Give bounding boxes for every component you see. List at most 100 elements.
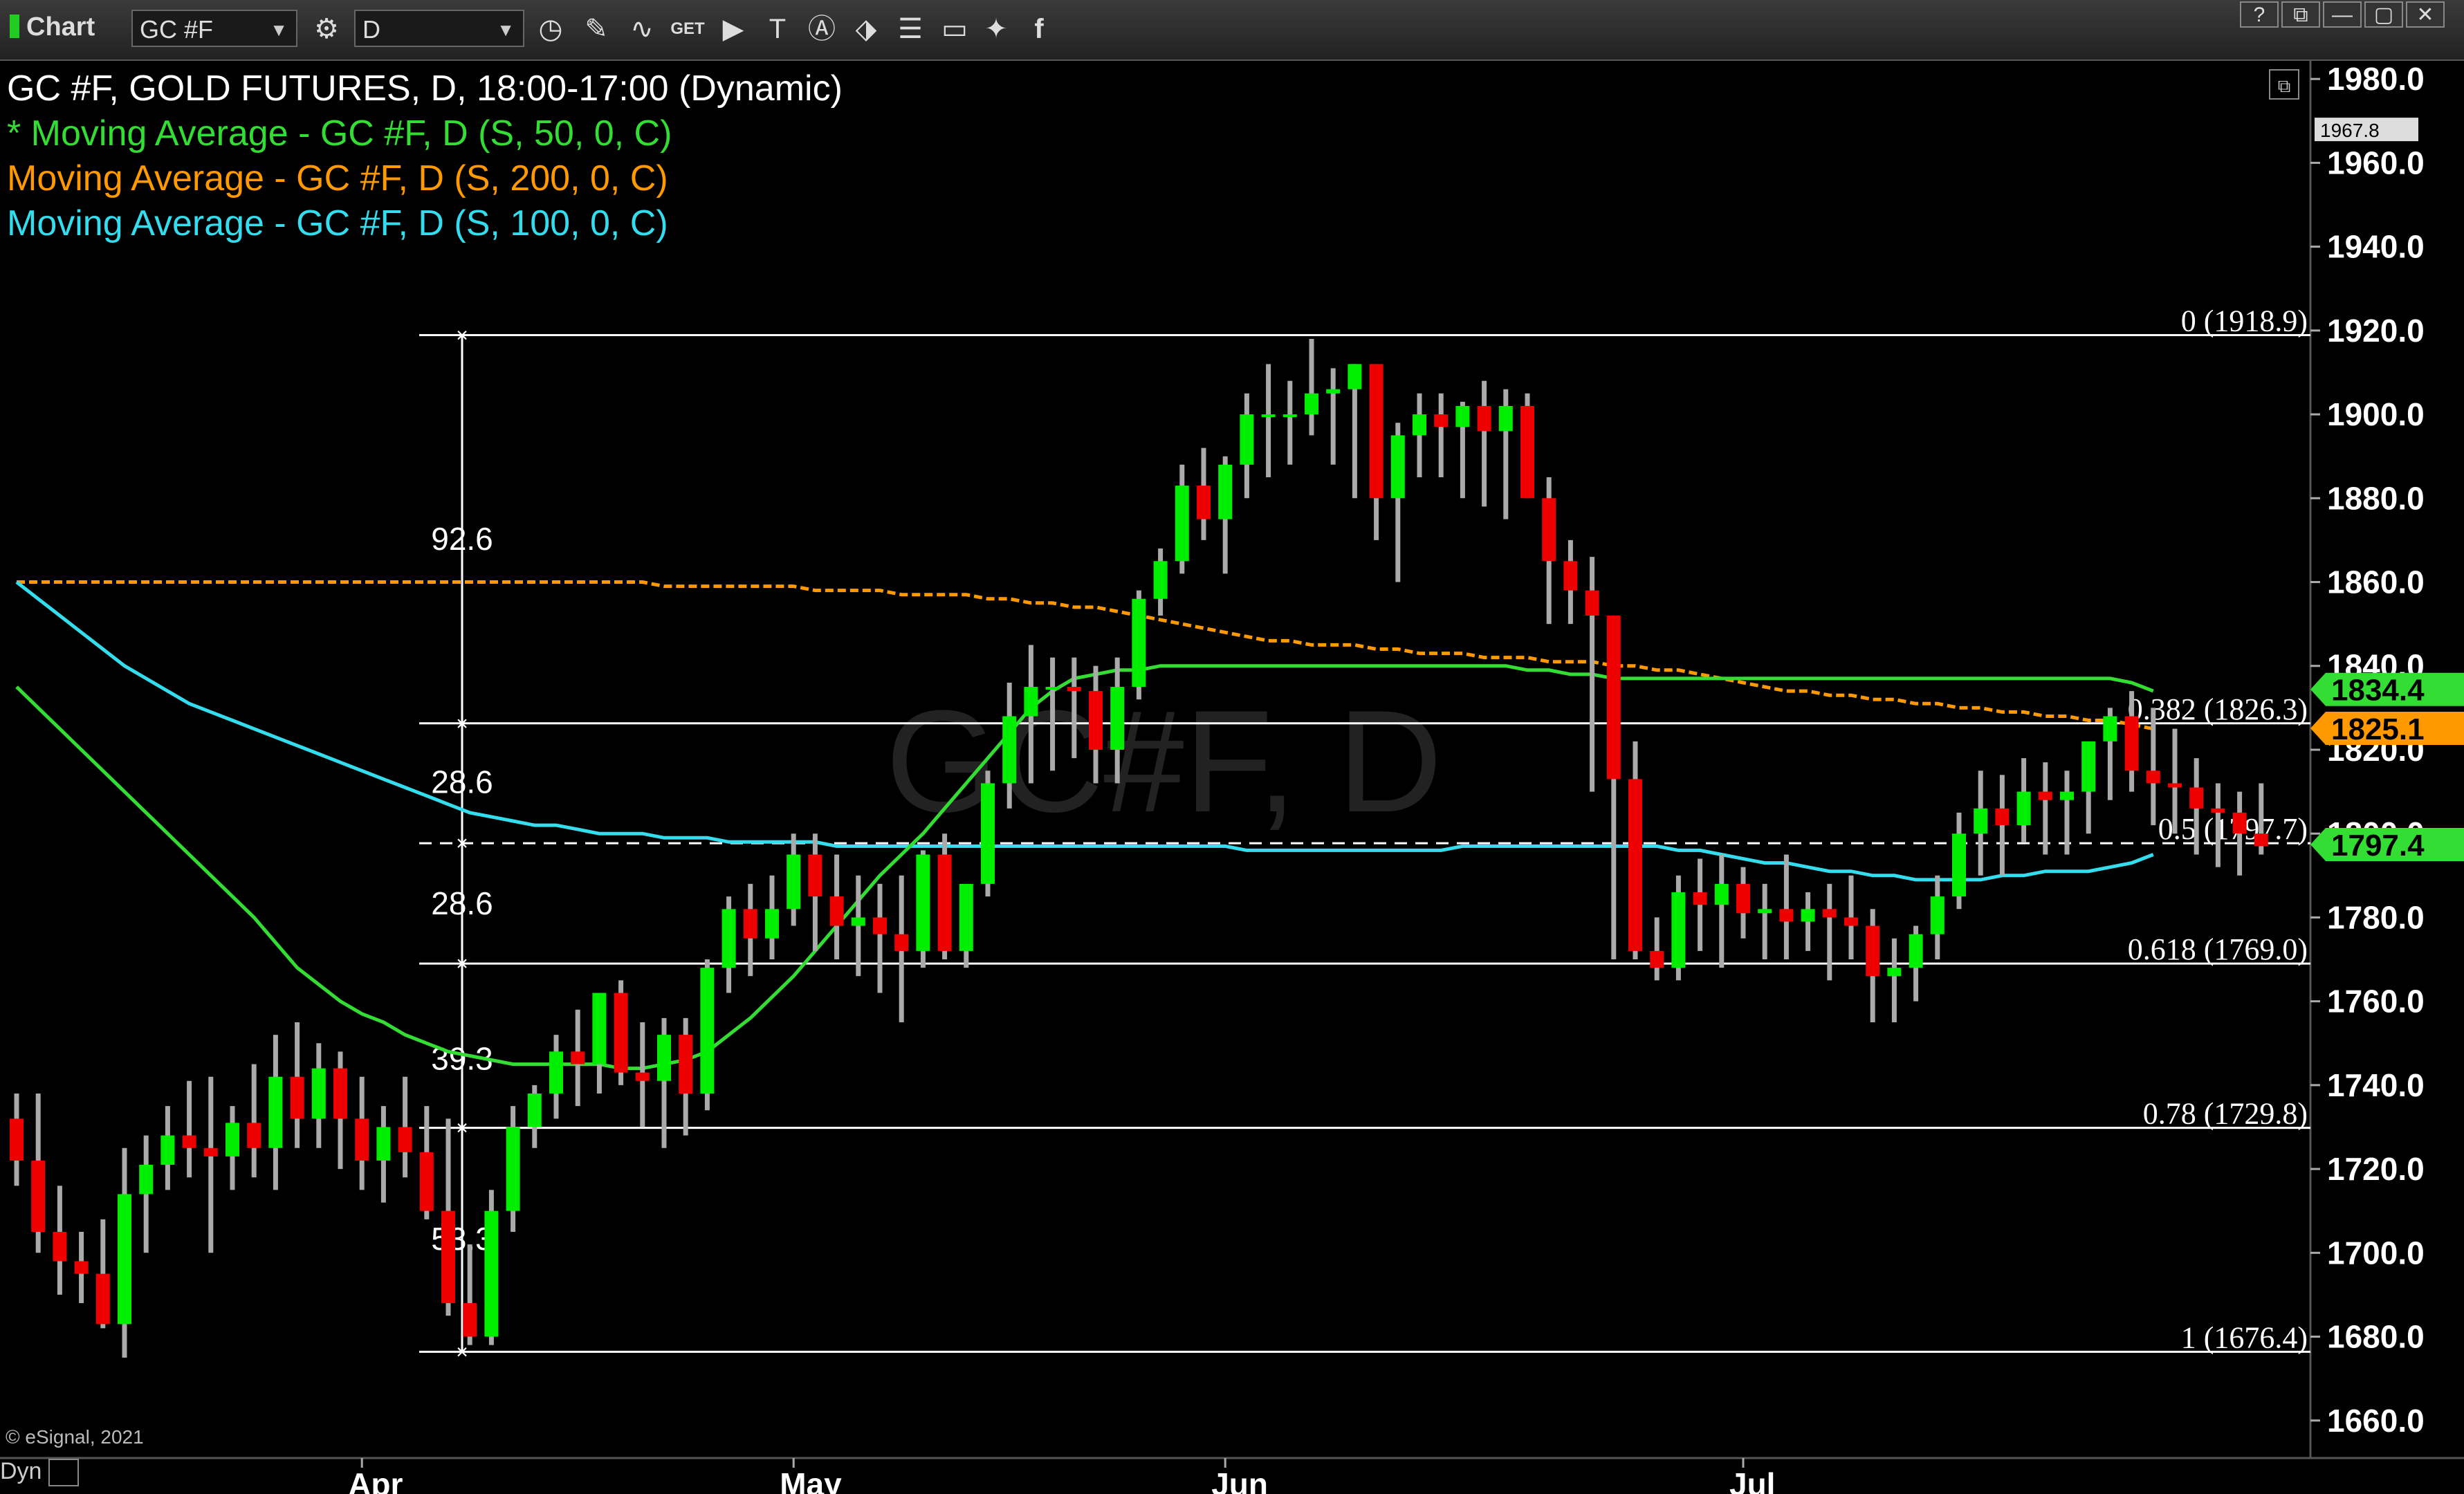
- y-tick-label: 1760.0: [2327, 984, 2425, 1020]
- candle-body-down: [2189, 787, 2204, 809]
- symbol-input[interactable]: GC #F ▼: [131, 10, 297, 47]
- line-chart-icon[interactable]: ∿: [623, 10, 661, 48]
- fib-level-label: 0.78 (1729.8): [2143, 1097, 2308, 1131]
- candle-body-down: [1520, 405, 1534, 499]
- candle-body-down: [873, 917, 887, 934]
- candle-body-up: [1348, 364, 1362, 389]
- candle-body-up: [1002, 716, 1017, 784]
- scale-icon[interactable]: [48, 1459, 79, 1487]
- restore-pane-icon[interactable]: ⧉: [2269, 69, 2299, 100]
- ma200-line: [17, 580, 2154, 731]
- chevron-down-icon[interactable]: ▼: [270, 11, 288, 48]
- candle-body-down: [1628, 779, 1642, 951]
- app-title: Chart: [10, 12, 95, 42]
- candle-body-down: [2254, 833, 2268, 847]
- magnet-icon[interactable]: ⬗: [847, 10, 885, 48]
- y-tick-label: 1960.0: [2327, 145, 2425, 181]
- candle-body-down: [2168, 783, 2182, 788]
- candle-body-up: [268, 1076, 283, 1148]
- candle-body-down: [355, 1118, 369, 1161]
- facebook-icon[interactable]: f: [1020, 10, 1058, 48]
- fib-range-label: 28.6: [431, 885, 493, 921]
- dynamic-toggle[interactable]: Dyn: [0, 1458, 90, 1493]
- get-icon[interactable]: GET: [668, 10, 707, 48]
- help-button[interactable]: ?: [2240, 1, 2279, 28]
- candle-body-up: [549, 1051, 563, 1094]
- candle-body-up: [2016, 791, 2031, 826]
- candle-body-up: [527, 1093, 542, 1127]
- candle-body-down: [1736, 883, 1750, 914]
- candle-body-down: [894, 934, 909, 951]
- candle-body-up: [226, 1123, 239, 1156]
- interval-value: D: [362, 15, 380, 44]
- interval-select[interactable]: D ▼: [354, 10, 524, 47]
- candle-body-down: [2146, 771, 2160, 784]
- text-tool-icon[interactable]: T: [758, 10, 797, 48]
- candle-body-up: [1110, 687, 1125, 750]
- candle-body-up: [1024, 687, 1038, 717]
- last-value-label: 1834.4: [2331, 674, 2425, 708]
- close-button[interactable]: ✕: [2406, 1, 2445, 28]
- x-tick-label: Jul: [1729, 1466, 1775, 1494]
- chart-title: GC #F, GOLD FUTURES, D, 18:00-17:00 (Dyn…: [7, 68, 843, 109]
- candle-body-up: [1282, 414, 1297, 418]
- candle-body-down: [182, 1135, 196, 1148]
- maximize-button[interactable]: ▢: [2364, 1, 2403, 28]
- candle-body-down: [441, 1210, 455, 1304]
- price-chart[interactable]: 0 (1918.9)0.382 (1826.3)0.5 (1797.7)0.61…: [0, 61, 2464, 1494]
- candle-body-down: [1995, 808, 2010, 826]
- candle-body-up: [1390, 435, 1405, 499]
- comment-icon[interactable]: ▭: [935, 10, 974, 48]
- candle-body-up: [118, 1194, 131, 1325]
- chevron-down-icon[interactable]: ▼: [497, 11, 515, 48]
- candle-body-up: [1240, 414, 1254, 465]
- candle-body-up: [787, 854, 801, 910]
- candle-body-up: [1887, 968, 1902, 977]
- link-settings-icon[interactable]: ⚙: [307, 10, 346, 48]
- candle-body-down: [247, 1123, 261, 1148]
- play-icon[interactable]: ▶: [714, 10, 753, 48]
- candle-body-up: [1413, 414, 1426, 436]
- candle-body-down: [1585, 590, 1599, 616]
- candle-body-up: [1175, 486, 1189, 562]
- clock-icon[interactable]: ◷: [531, 10, 570, 48]
- fib-range-marker: ×: [456, 712, 468, 735]
- x-tick-label: May: [780, 1466, 842, 1494]
- ma100-line: [15, 580, 2154, 882]
- y-tick-label: 1780.0: [2327, 899, 2425, 935]
- candle-body-up: [1261, 414, 1276, 418]
- candle-body-up: [721, 909, 736, 968]
- app-title-label: Chart: [26, 12, 95, 42]
- fib-range-label: 28.6: [431, 764, 493, 800]
- y-tick-label: 1720.0: [2327, 1151, 2425, 1187]
- y-tick-label: 1740.0: [2327, 1067, 2425, 1103]
- candle-body-up: [160, 1135, 175, 1165]
- alert-icon[interactable]: Ⓐ: [802, 10, 841, 48]
- link-window-button[interactable]: ⧉: [2281, 1, 2320, 28]
- fib-range-marker: ×: [456, 952, 468, 975]
- list-icon[interactable]: ☰: [891, 10, 930, 48]
- candle-body-down: [53, 1232, 67, 1262]
- candle-body-down: [2211, 808, 2225, 813]
- minimize-button[interactable]: —: [2323, 1, 2362, 28]
- candle-body-down: [1477, 405, 1491, 432]
- candle-body-down: [1822, 909, 1837, 918]
- pencil-icon[interactable]: ✎: [577, 10, 616, 48]
- candle-body-down: [1844, 917, 1858, 926]
- y-tick-label: 1940.0: [2327, 229, 2425, 265]
- fib-range-marker: ×: [456, 324, 468, 347]
- fib-range-marker: ×: [456, 1340, 468, 1363]
- fib-level-label: 0 (1918.9): [2181, 304, 2308, 338]
- x-tick-label: Jun: [1211, 1466, 1268, 1494]
- candle-body-up: [851, 917, 865, 926]
- candle-body-down: [1650, 950, 1664, 968]
- candle-body-down: [95, 1273, 110, 1325]
- candle-body-down: [1606, 616, 1621, 780]
- top-readout-label: 1967.8: [2320, 120, 2380, 141]
- y-tick-label: 1880.0: [2327, 480, 2425, 516]
- candle-body-down: [74, 1261, 89, 1274]
- candle-body-up: [1909, 934, 1923, 968]
- x-tick-label: Apr: [348, 1466, 403, 1494]
- twitter-icon[interactable]: ✦: [977, 10, 1015, 48]
- candle-body-down: [1866, 925, 1880, 977]
